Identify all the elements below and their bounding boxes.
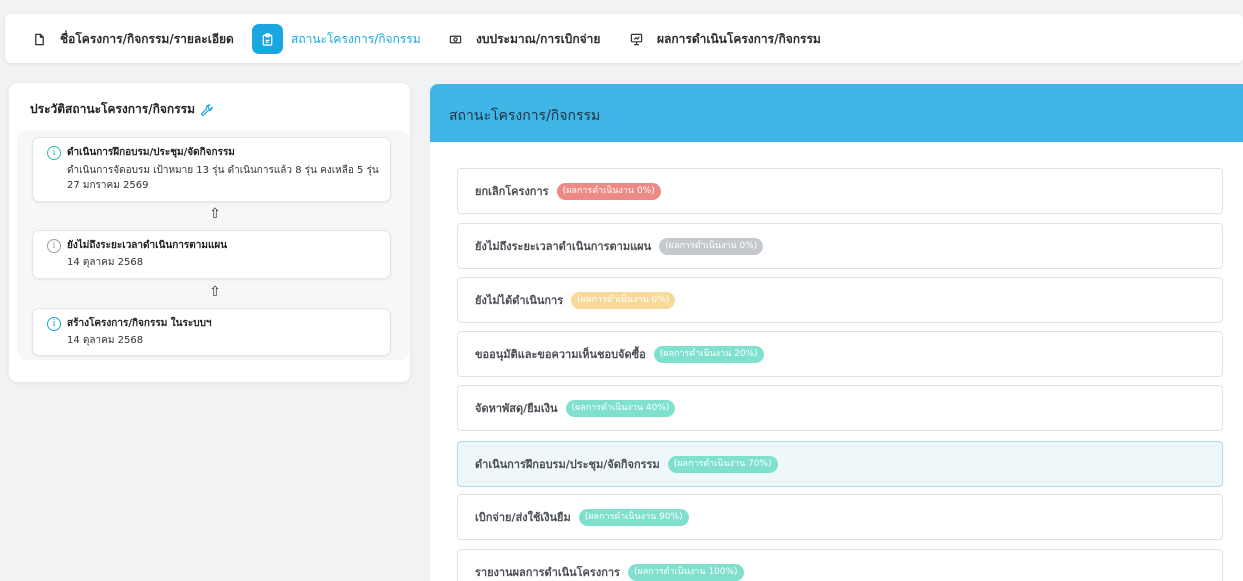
status-header: สถานะโครงการ/กิจกรรม <box>430 84 1243 142</box>
tab-budget[interactable]: งบประมาณ/การเบิกจ่าย <box>448 24 600 54</box>
status-option[interactable]: ขออนุมัติและขอความเห็นชอบจัดซื้อ (ผลการดำ… <box>457 331 1223 377</box>
progress-badge: (ผลการดำเนินงาน 0%) <box>556 182 661 200</box>
tab-label: สถานะโครงการ/กิจกรรม <box>291 31 421 46</box>
tab-results[interactable]: ผลการดำเนินโครงการ/กิจกรรม <box>629 24 821 54</box>
history-item-title: ดำเนินการฝึกอบรม/ประชุม/จัดกิจกรรม <box>67 147 235 158</box>
history-item: i ดำเนินการฝึกอบรม/ประชุม/จัดกิจกรรม ดำเ… <box>32 137 391 202</box>
progress-badge: (ผลการดำเนินงาน 0%) <box>659 237 764 255</box>
status-option[interactable]: ยังไม่ได้ดำเนินการ (ผลการดำเนินงาน 0%) <box>457 277 1223 323</box>
info-icon: i <box>47 239 61 253</box>
status-option-label: ดำเนินการฝึกอบรม/ประชุม/จัดกิจกรรม <box>475 458 660 471</box>
status-option-label: ขออนุมัติและขอความเห็นชอบจัดซื้อ <box>475 348 646 361</box>
info-icon: i <box>47 317 61 331</box>
progress-badge: (ผลการดำเนินงาน 70%) <box>667 455 778 473</box>
status-option[interactable]: จัดหาพัสดุ/ยืมเงิน (ผลการดำเนินงาน 40%) <box>457 385 1223 431</box>
history-item: i สร้างโครงการ/กิจกรรม ในระบบฯ 14 ตุลาคม… <box>32 308 391 356</box>
status-option[interactable]: เบิกจ่าย/ส่งใช้เงินยืม (ผลการดำเนินงาน 90… <box>457 494 1223 540</box>
status-option[interactable]: รายงานผลการดำเนินโครงการ (ผลการดำเนินงาน … <box>457 549 1223 581</box>
history-title: ประวัติสถานะโครงการ/กิจกรรม <box>30 100 214 119</box>
status-title: สถานะโครงการ/กิจกรรม <box>449 108 601 124</box>
history-item: i ยังไม่ถึงระยะเวลาดำเนินการตามแผน 14 ตุ… <box>32 230 391 279</box>
tab-label: ชื่อโครงการ/กิจกรรม/รายละเอียด <box>60 31 234 46</box>
arrow-up-icon: ⇧ <box>209 284 221 300</box>
status-panel: สถานะโครงการ/กิจกรรม ยกเลิกโครงการ (ผลการ… <box>430 84 1243 581</box>
status-option-label: เบิกจ่าย/ส่งใช้เงินยืม <box>475 511 571 524</box>
history-item-date: 27 มกราคม 2569 <box>67 180 149 191</box>
status-option-label: จัดหาพัสดุ/ยืมเงิน <box>475 402 558 415</box>
status-option-label: ยังไม่ถึงระยะเวลาดำเนินการตามแผน <box>475 240 652 253</box>
history-item-title: สร้างโครงการ/กิจกรรม ในระบบฯ <box>67 318 212 329</box>
tab-label: ผลการดำเนินโครงการ/กิจกรรม <box>657 31 821 46</box>
status-option[interactable]: ยังไม่ถึงระยะเวลาดำเนินการตามแผน (ผลการดำ… <box>457 223 1223 269</box>
progress-badge: (ผลการดำเนินงาน 40%) <box>565 399 676 417</box>
tab-project-status[interactable]: สถานะโครงการ/กิจกรรม <box>252 24 421 54</box>
tab-project-details[interactable]: ชื่อโครงการ/กิจกรรม/รายละเอียด <box>32 24 234 54</box>
progress-badge: (ผลการดำเนินงาน 100%) <box>627 563 744 581</box>
info-icon: i <box>47 146 61 160</box>
tab-bar: ชื่อโครงการ/กิจกรรม/รายละเอียด สถานะโครง… <box>5 14 1243 63</box>
history-item-detail: ดำเนินการจัดอบรม เป้าหมาย 13 รุ่น ดำเนิน… <box>67 165 379 176</box>
history-item-date: 14 ตุลาคม 2568 <box>67 257 144 268</box>
document-icon <box>32 32 46 46</box>
arrow-up-icon: ⇧ <box>209 206 221 222</box>
status-option[interactable]: ยกเลิกโครงการ (ผลการดำเนินงาน 0%) <box>457 168 1223 214</box>
progress-badge: (ผลการดำเนินงาน 0%) <box>571 291 676 309</box>
money-icon <box>448 32 462 46</box>
status-history-panel: ประวัติสถานะโครงการ/กิจกรรม i ดำเนินการฝ… <box>9 83 410 382</box>
status-option[interactable]: ดำเนินการฝึกอบรม/ประชุม/จัดกิจกรรม (ผลการ… <box>457 441 1223 487</box>
status-option-label: ยังไม่ได้ดำเนินการ <box>475 294 564 307</box>
history-item-title: ยังไม่ถึงระยะเวลาดำเนินการตามแผน <box>67 240 228 251</box>
history-title-text: ประวัติสถานะโครงการ/กิจกรรม <box>30 102 195 116</box>
history-item-body: ดำเนินการจัดอบรม เป้าหมาย 13 รุ่น ดำเนิน… <box>67 163 382 193</box>
clipboard-icon <box>252 24 283 54</box>
presentation-icon <box>629 32 643 46</box>
progress-badge: (ผลการดำเนินงาน 90%) <box>578 508 689 526</box>
status-option-label: ยกเลิกโครงการ <box>475 185 549 198</box>
tab-label: งบประมาณ/การเบิกจ่าย <box>476 31 601 46</box>
status-option-label: รายงานผลการดำเนินโครงการ <box>475 566 620 579</box>
progress-badge: (ผลการดำเนินงาน 20%) <box>653 345 764 363</box>
wrench-icon[interactable] <box>200 103 214 117</box>
history-item-date: 14 ตุลาคม 2568 <box>67 335 144 346</box>
